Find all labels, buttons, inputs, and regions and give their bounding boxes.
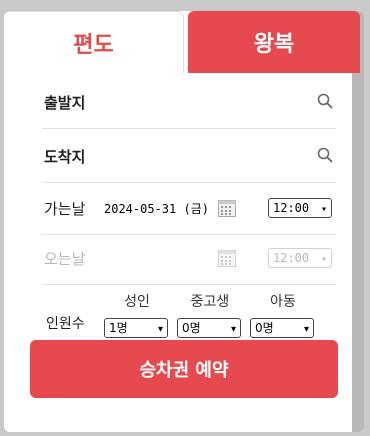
search-icon[interactable] — [316, 92, 334, 110]
return-time-value: 12:00 — [273, 251, 310, 265]
arrival-label: 도착지 — [44, 148, 86, 166]
adult-value: 1명 — [109, 321, 128, 335]
booking-panel: 편도 왕복 출발지 도착지 가는날 2024-05-31 (금) 12:00 ▾… — [4, 11, 364, 432]
search-icon[interactable] — [316, 146, 334, 164]
book-ticket-button[interactable]: 승차권 예약 — [30, 340, 338, 398]
calendar-icon — [218, 250, 236, 267]
chevron-down-icon: ▾ — [320, 254, 327, 265]
tab-oneway[interactable]: 편도 — [4, 11, 184, 73]
go-date-value[interactable]: 2024-05-31 (금) — [104, 200, 209, 217]
youth-value: 0명 — [182, 321, 201, 335]
passenger-count-label: 인원수 — [46, 316, 85, 332]
chevron-down-icon: ▾ — [230, 324, 236, 335]
youth-select[interactable]: 0명 ▾ — [177, 318, 241, 338]
chevron-down-icon: ▾ — [320, 204, 327, 215]
tab-roundtrip[interactable]: 왕복 — [188, 11, 360, 73]
panel-edge-shadow — [352, 11, 364, 432]
child-value: 0명 — [255, 321, 274, 335]
go-date-label: 가는날 — [44, 200, 86, 218]
calendar-icon[interactable] — [218, 200, 236, 217]
departure-row[interactable]: 출발지 — [42, 77, 336, 129]
go-date-row: 가는날 2024-05-31 (금) 12:00 ▾ — [42, 183, 336, 235]
adult-label: 성인 — [124, 294, 150, 310]
go-time-select[interactable]: 12:00 ▾ — [268, 198, 332, 218]
chevron-down-icon: ▾ — [157, 324, 163, 335]
youth-label: 중고생 — [190, 294, 230, 310]
child-label: 아동 — [270, 294, 296, 310]
adult-select[interactable]: 1명 ▾ — [104, 318, 168, 338]
child-select[interactable]: 0명 ▾ — [250, 318, 314, 338]
return-time-select: 12:00 ▾ — [268, 248, 332, 268]
go-time-value: 12:00 — [273, 201, 310, 215]
return-date-label: 오는날 — [44, 250, 86, 268]
chevron-down-icon: ▾ — [303, 324, 309, 335]
arrival-row[interactable]: 도착지 — [42, 131, 336, 183]
departure-label: 출발지 — [44, 94, 86, 112]
return-date-row: 오는날 12:00 ▾ — [42, 233, 336, 285]
